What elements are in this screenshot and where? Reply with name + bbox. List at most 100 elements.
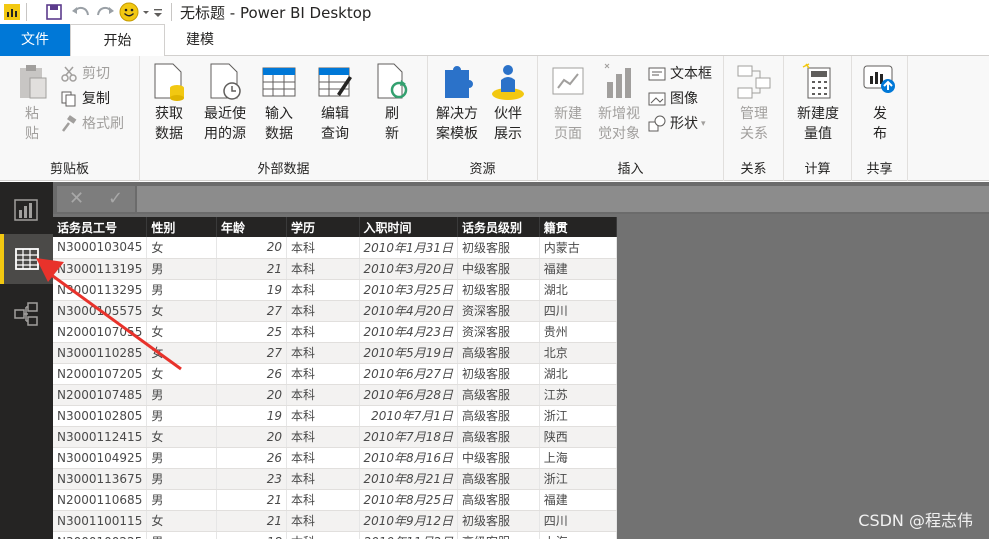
- table-cell[interactable]: 男: [146, 405, 218, 427]
- table-cell[interactable]: 女: [146, 300, 218, 322]
- table-cell[interactable]: 2010年5月19日: [359, 342, 458, 364]
- table-cell[interactable]: 女: [146, 321, 218, 343]
- table-cell[interactable]: N2000110685: [53, 489, 148, 511]
- edit-queries-button[interactable]: 编辑 查询: [312, 62, 358, 144]
- table-cell[interactable]: 资深客服: [457, 321, 540, 343]
- table-cell[interactable]: 27: [216, 300, 287, 322]
- table-cell[interactable]: 19: [216, 405, 287, 427]
- table-cell[interactable]: 27: [216, 342, 287, 364]
- get-data-button[interactable]: 获取 数据: [146, 62, 192, 144]
- table-row[interactable]: N3000103045 女 20 本科 2010年1月31日 初级客服 内蒙古: [53, 237, 617, 259]
- table-cell[interactable]: N3000105575: [53, 300, 148, 322]
- new-visual-button[interactable]: 新增视 觉对象: [594, 62, 644, 144]
- tab-home[interactable]: 开始: [70, 24, 165, 57]
- table-cell[interactable]: 本科: [286, 468, 360, 490]
- table-cell[interactable]: 本科: [286, 384, 360, 406]
- refresh-button[interactable]: 刷 新: [372, 62, 412, 144]
- table-cell[interactable]: 女: [146, 363, 218, 385]
- table-cell[interactable]: 2010年3月25日: [359, 279, 458, 301]
- table-cell[interactable]: 2010年11月2日: [359, 531, 458, 539]
- table-cell[interactable]: N3000113295: [53, 279, 148, 301]
- table-cell[interactable]: N3000113195: [53, 258, 148, 280]
- table-cell[interactable]: 18: [216, 531, 287, 539]
- column-header[interactable]: 话务员工号: [53, 217, 148, 237]
- table-cell[interactable]: 男: [146, 489, 218, 511]
- smiley-feedback-icon[interactable]: [119, 2, 141, 22]
- table-cell[interactable]: 初级客服: [457, 363, 540, 385]
- table-cell[interactable]: N2000107485: [53, 384, 148, 406]
- table-row[interactable]: N2000107055 女 25 本科 2010年4月23日 资深客服 贵州: [53, 321, 617, 343]
- table-cell[interactable]: 2010年7月1日: [359, 405, 458, 427]
- table-cell[interactable]: 2010年8月16日: [359, 447, 458, 469]
- table-cell[interactable]: N2000107205: [53, 363, 148, 385]
- table-cell[interactable]: 初级客服: [457, 510, 540, 532]
- table-cell[interactable]: 男: [146, 279, 218, 301]
- table-cell[interactable]: 本科: [286, 510, 360, 532]
- table-cell[interactable]: 19: [216, 279, 287, 301]
- table-cell[interactable]: 2010年4月23日: [359, 321, 458, 343]
- table-cell[interactable]: N3001100115: [53, 510, 148, 532]
- table-cell[interactable]: 本科: [286, 363, 360, 385]
- table-cell[interactable]: 21: [216, 489, 287, 511]
- column-header[interactable]: 年龄: [216, 217, 287, 237]
- table-cell[interactable]: 上海: [539, 531, 617, 539]
- cancel-formula-icon[interactable]: ✕: [57, 186, 96, 212]
- table-cell[interactable]: N3000104925: [53, 447, 148, 469]
- table-cell[interactable]: 本科: [286, 342, 360, 364]
- column-header[interactable]: 籍贯: [539, 217, 617, 237]
- table-row[interactable]: N3000100225男18本科2010年11月2日高级客服上海: [53, 531, 617, 539]
- table-cell[interactable]: 本科: [286, 405, 360, 427]
- table-cell[interactable]: 江苏: [539, 384, 617, 406]
- table-cell[interactable]: N3000102805: [53, 405, 148, 427]
- table-cell[interactable]: 本科: [286, 258, 360, 280]
- table-cell[interactable]: 高级客服: [457, 426, 540, 448]
- formula-input[interactable]: [137, 186, 989, 212]
- column-header[interactable]: 性别: [146, 217, 218, 237]
- table-cell[interactable]: 初级客服: [457, 237, 540, 259]
- table-cell[interactable]: 本科: [286, 426, 360, 448]
- table-cell[interactable]: 25: [216, 321, 287, 343]
- column-header[interactable]: 入职时间: [359, 217, 458, 237]
- paste-button[interactable]: 粘 贴: [12, 62, 52, 144]
- table-cell[interactable]: 北京: [539, 342, 617, 364]
- table-cell[interactable]: 2010年3月20日: [359, 258, 458, 280]
- tab-modeling[interactable]: 建模: [165, 24, 235, 56]
- table-cell[interactable]: 福建: [539, 258, 617, 280]
- table-row[interactable]: N3000112415 女 20 本科 2010年7月18日 高级客服 陕西: [53, 426, 617, 448]
- table-cell[interactable]: 2010年9月12日: [359, 510, 458, 532]
- table-cell[interactable]: 高级客服: [457, 489, 540, 511]
- table-cell[interactable]: 男: [146, 258, 218, 280]
- table-cell[interactable]: 20: [216, 384, 287, 406]
- table-cell[interactable]: 本科: [286, 447, 360, 469]
- image-button[interactable]: 图像: [648, 87, 698, 111]
- cut-button[interactable]: 剪切: [60, 62, 110, 86]
- table-cell[interactable]: 贵州: [539, 321, 617, 343]
- table-cell[interactable]: 本科: [286, 279, 360, 301]
- table-cell[interactable]: 高级客服: [457, 531, 540, 539]
- data-view-button[interactable]: [0, 234, 53, 284]
- text-box-button[interactable]: 文本框: [648, 62, 712, 86]
- format-painter-button[interactable]: 格式刷: [60, 112, 124, 136]
- table-cell[interactable]: 20: [216, 426, 287, 448]
- dropdown-arrow-icon[interactable]: [141, 3, 151, 21]
- table-cell[interactable]: 资深客服: [457, 300, 540, 322]
- shapes-button[interactable]: 形状 ▾: [648, 112, 706, 136]
- table-row[interactable]: N3000105575 女 27 本科 2010年4月20日 资深客服 四川: [53, 300, 617, 322]
- table-cell[interactable]: 福建: [539, 489, 617, 511]
- column-header[interactable]: 话务员级别: [457, 217, 540, 237]
- table-cell[interactable]: 本科: [286, 300, 360, 322]
- table-cell[interactable]: 本科: [286, 489, 360, 511]
- table-cell[interactable]: 21: [216, 258, 287, 280]
- table-cell[interactable]: 浙江: [539, 405, 617, 427]
- table-cell[interactable]: N2000107055: [53, 321, 148, 343]
- table-cell[interactable]: 26: [216, 363, 287, 385]
- undo-icon[interactable]: [69, 3, 93, 21]
- recent-sources-button[interactable]: 最近使 用的源: [198, 62, 252, 144]
- table-cell[interactable]: 2010年1月31日: [359, 237, 458, 259]
- table-row[interactable]: N3000113675 男 23 本科 2010年8月21日 高级客服 浙江: [53, 468, 617, 490]
- table-cell[interactable]: 男: [146, 468, 218, 490]
- table-cell[interactable]: 女: [146, 342, 218, 364]
- column-header[interactable]: 学历: [286, 217, 360, 237]
- table-row[interactable]: N3000113195 男 21 本科 2010年3月20日 中级客服 福建: [53, 258, 617, 280]
- table-cell[interactable]: N3000103045: [53, 237, 148, 259]
